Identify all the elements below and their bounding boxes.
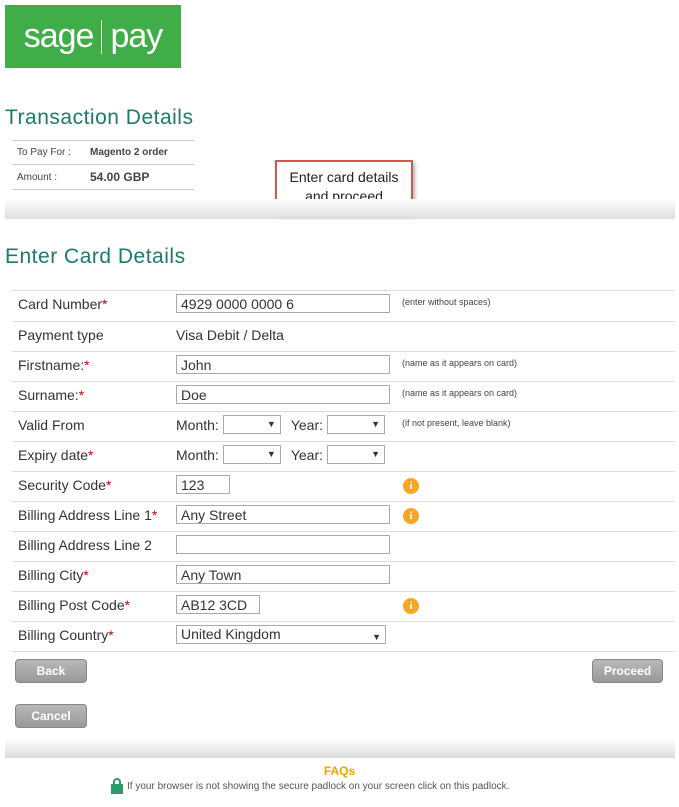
expiry-month-label: Month: [176,446,219,463]
expiry-controls: Month: ▼ Year: ▼ [176,445,385,464]
transaction-summary: To Pay For : Magento 2 order Amount : 54… [12,140,194,190]
billing-address-1-row: Billing Address Line 1* i [12,502,675,532]
card-number-hint: (enter without spaces) [402,297,491,307]
faqs-link[interactable]: FAQs [0,764,679,778]
billing-postcode-row: Billing Post Code* i [12,592,675,622]
security-code-label: Security Code* [18,477,112,493]
surname-input[interactable] [176,385,390,404]
amount-label: Amount : [17,171,58,183]
logo-text-pay: pay [110,17,163,55]
info-icon[interactable]: i [403,508,419,524]
valid-from-month-select[interactable]: ▼ [222,415,281,434]
proceed-button[interactable]: Proceed [592,659,663,683]
security-code-row: Security Code* i [12,472,675,502]
logo-text-sage: sage [23,17,95,55]
section-divider-band [5,199,675,219]
info-icon[interactable]: i [403,598,419,614]
surname-row: Surname:* (name as it appears on card) [12,382,675,412]
amount-row: Amount : 54.00 GBP [12,165,194,190]
payment-type-value: Visa Debit / Delta [176,327,284,343]
callout-line-1: Enter card details [289,169,399,185]
expiry-row: Expiry date* Month: ▼ Year: ▼ [12,442,675,472]
billing-city-label: Billing City* [18,567,89,583]
chevron-down-icon: ▼ [266,419,276,429]
to-pay-value: Magento 2 order [90,147,168,158]
card-number-input[interactable] [176,294,390,313]
expiry-label: Expiry date* [18,447,94,463]
firstname-hint: (name as it appears on card) [402,358,518,368]
padlock-note-text: If your browser is not showing the secur… [127,780,510,792]
card-number-row: Card Number* (enter without spaces) [12,291,675,322]
billing-address-2-row: Billing Address Line 2 [12,532,675,562]
logo-divider [101,19,103,54]
billing-address-2-label: Billing Address Line 2 [18,537,152,553]
valid-from-year-select[interactable]: ▼ [327,415,385,434]
billing-postcode-label: Billing Post Code* [18,597,131,613]
chevron-down-icon: ▼ [371,449,380,459]
amount-value: 54.00 GBP [90,170,150,184]
valid-from-year-label: Year: [290,416,323,433]
surname-hint: (name as it appears on card) [402,388,518,398]
to-pay-row: To Pay For : Magento 2 order [12,141,194,165]
billing-address-1-label: Billing Address Line 1* [18,507,158,523]
card-details-form: Card Number* (enter without spaces) Paym… [12,290,675,652]
payment-type-label: Payment type [18,327,104,343]
payment-type-row: Payment type Visa Debit / Delta [12,322,675,352]
footer-divider-band [5,738,675,758]
valid-from-hint: (if not present, leave blank) [402,418,511,428]
security-code-input[interactable] [176,475,230,494]
billing-country-value: United Kingdom [181,626,281,642]
billing-address-1-input[interactable] [176,505,390,524]
expiry-year-select[interactable]: ▼ [327,445,385,464]
valid-from-row: Valid From Month: ▼ Year: ▼ (if not pres… [12,412,675,442]
expiry-month-select[interactable]: ▼ [222,445,281,464]
chevron-down-icon: ▼ [372,632,381,642]
sagepay-logo: sage pay [5,5,181,68]
billing-postcode-input[interactable] [176,595,260,614]
card-details-heading: Enter Card Details [5,245,186,268]
info-icon[interactable]: i [403,478,419,494]
valid-from-controls: Month: ▼ Year: ▼ [176,415,385,434]
chevron-down-icon: ▼ [266,449,276,459]
padlock-note: If your browser is not showing the secur… [110,778,509,794]
billing-country-select[interactable]: United Kingdom ▼ [176,625,386,644]
billing-address-2-input[interactable] [176,535,390,554]
card-number-label: Card Number* [18,296,108,312]
firstname-row: Firstname:* (name as it appears on card) [12,352,675,382]
billing-country-label: Billing Country* [18,627,114,643]
surname-label: Surname:* [18,387,85,403]
chevron-down-icon: ▼ [371,419,380,429]
cancel-button[interactable]: Cancel [15,704,87,728]
valid-from-month-label: Month: [176,416,219,433]
valid-from-label: Valid From [18,417,85,433]
padlock-icon[interactable] [110,778,124,794]
to-pay-label: To Pay For : [17,147,71,158]
billing-city-input[interactable] [176,565,390,584]
transaction-details-heading: Transaction Details [5,106,194,129]
billing-city-row: Billing City* [12,562,675,592]
expiry-year-label: Year: [290,446,323,463]
back-button[interactable]: Back [15,659,87,683]
billing-country-row: Billing Country* United Kingdom ▼ [12,622,675,652]
firstname-label: Firstname:* [18,357,90,373]
firstname-input[interactable] [176,355,390,374]
